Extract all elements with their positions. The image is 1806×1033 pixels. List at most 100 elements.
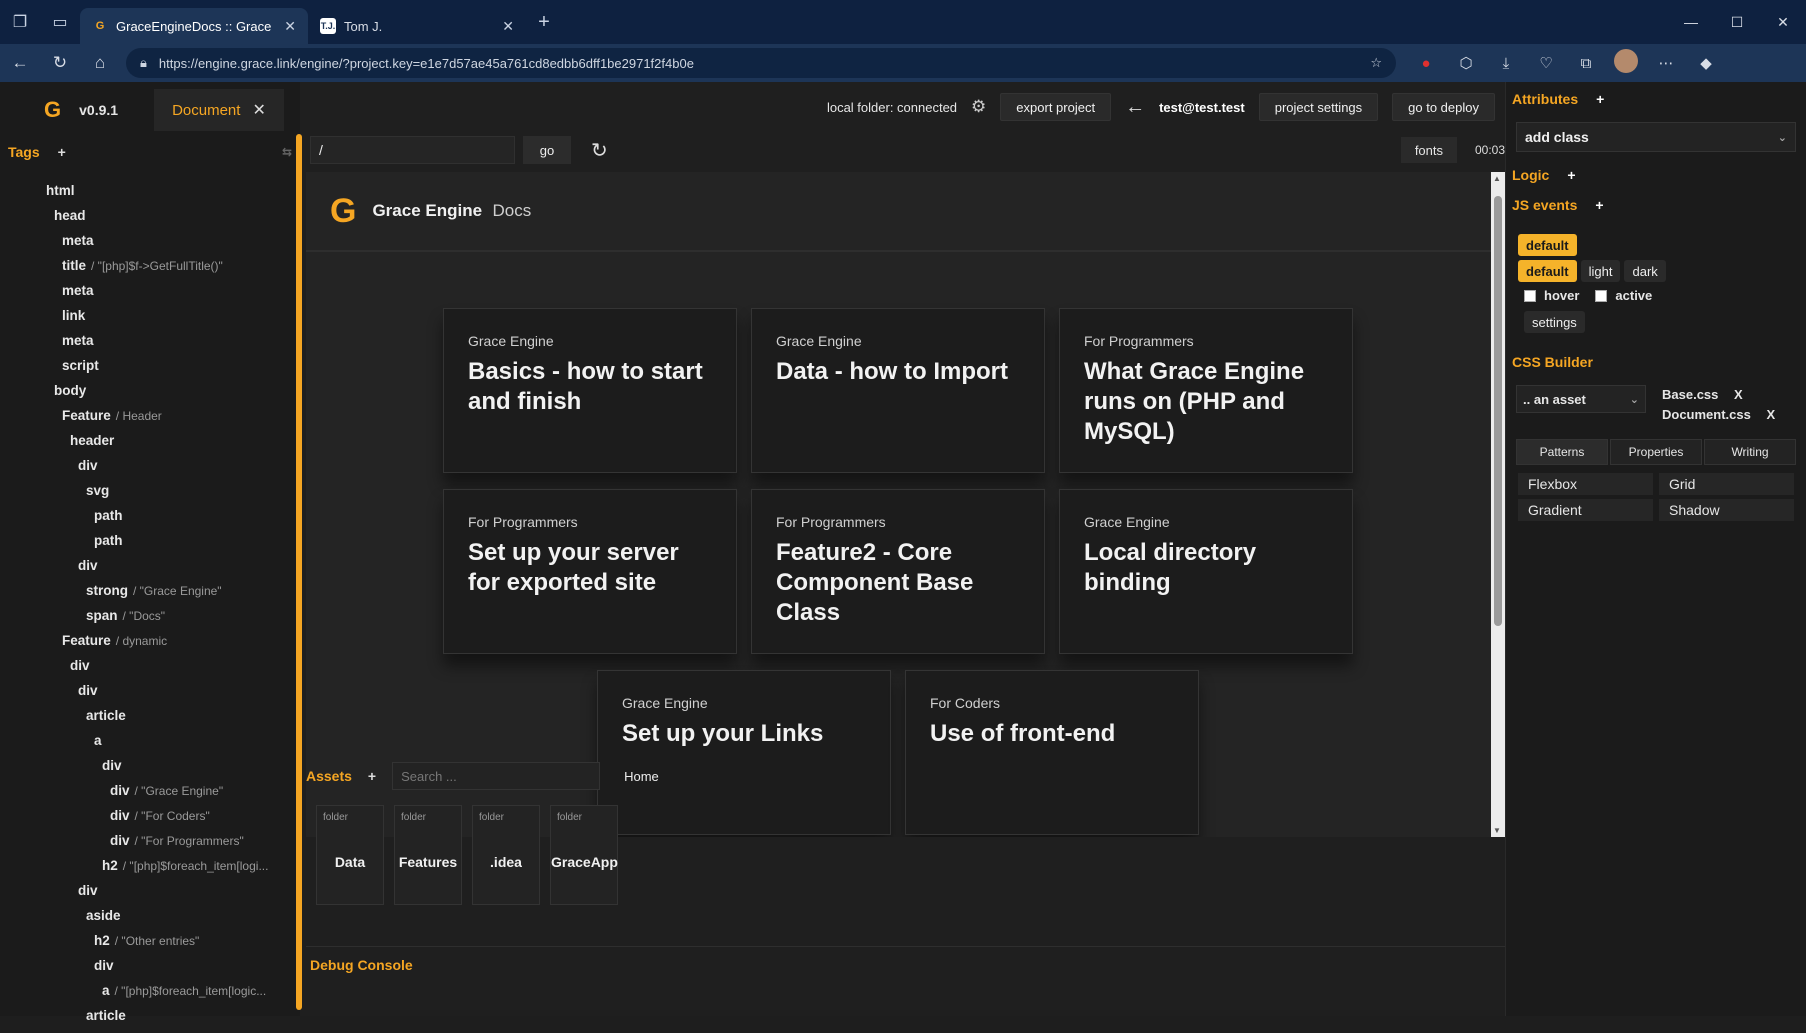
pattern-flexbox[interactable]: Flexbox: [1518, 473, 1653, 495]
tree-node[interactable]: path: [0, 503, 300, 528]
tree-node[interactable]: header: [0, 428, 300, 453]
folder-item[interactable]: folder Data: [316, 805, 384, 905]
tree-node[interactable]: strong / "Grace Engine": [0, 578, 300, 603]
theme-default-top[interactable]: default: [1518, 234, 1577, 256]
close-document-icon[interactable]: ✕: [252, 100, 265, 120]
profile-avatar[interactable]: [1610, 49, 1642, 77]
doc-card[interactable]: Grace Engine Data - how to Import: [751, 308, 1045, 473]
folder-item[interactable]: folder .idea: [472, 805, 540, 905]
breadcrumb-home[interactable]: Home: [624, 769, 659, 784]
pattern-shadow[interactable]: Shadow: [1659, 499, 1794, 521]
tree-node[interactable]: div / "Grace Engine": [0, 778, 300, 803]
tree-node[interactable]: meta: [0, 328, 300, 353]
extension-puzzle-icon[interactable]: ⬡: [1450, 54, 1482, 72]
hover-checkbox[interactable]: [1524, 289, 1536, 302]
copilot-icon[interactable]: ◆: [1690, 54, 1722, 72]
theme-light[interactable]: light: [1580, 260, 1621, 282]
tree-node[interactable]: div: [0, 678, 300, 703]
scroll-thumb[interactable]: [1494, 196, 1502, 626]
tree-node[interactable]: svg: [0, 478, 300, 503]
add-class-select[interactable]: add class ⌄: [1516, 122, 1796, 152]
go-button[interactable]: go: [523, 136, 571, 164]
add-attribute-icon[interactable]: +: [1596, 91, 1604, 107]
favorite-star-icon[interactable]: ☆: [1370, 55, 1382, 71]
minimize-icon[interactable]: —: [1668, 14, 1714, 31]
tree-node[interactable]: h2 / "Other entries": [0, 928, 300, 953]
new-tab-icon[interactable]: +: [526, 11, 562, 34]
tree-node[interactable]: a: [0, 728, 300, 753]
add-js-event-icon[interactable]: +: [1595, 197, 1603, 213]
preview-scrollbar[interactable]: ▲ ▼: [1491, 172, 1505, 837]
state-settings-button[interactable]: settings: [1524, 311, 1585, 333]
tree-node[interactable]: a / "[php]$foreach_item[logic...: [0, 978, 300, 1003]
tree-node[interactable]: h2 / "[php]$foreach_item[logi...: [0, 853, 300, 878]
tree-node[interactable]: path: [0, 528, 300, 553]
tree-node[interactable]: body: [0, 378, 300, 403]
gear-icon[interactable]: ⚙: [971, 97, 986, 117]
tree-node[interactable]: div: [0, 953, 300, 978]
tree-node[interactable]: div / "For Coders": [0, 803, 300, 828]
back-icon[interactable]: ←: [0, 53, 40, 73]
doc-card[interactable]: For Programmers Set up your server for e…: [443, 489, 737, 654]
pattern-gradient[interactable]: Gradient: [1518, 499, 1653, 521]
tab-patterns[interactable]: Patterns: [1516, 439, 1608, 465]
folder-item[interactable]: folder Features: [394, 805, 462, 905]
tree-node[interactable]: aside: [0, 903, 300, 928]
go-to-deploy-button[interactable]: go to deploy: [1392, 93, 1495, 121]
path-input[interactable]: /: [310, 136, 515, 164]
doc-card[interactable]: For Programmers Feature2 - Core Componen…: [751, 489, 1045, 654]
tree-node[interactable]: div: [0, 878, 300, 903]
scroll-up-icon[interactable]: ▲: [1493, 174, 1501, 183]
home-icon[interactable]: ⌂: [80, 53, 120, 73]
tree-node[interactable]: div: [0, 653, 300, 678]
tree-node[interactable]: title / "[php]$f->GetFullTitle()": [0, 253, 300, 278]
tree-node[interactable]: script: [0, 353, 300, 378]
theme-default[interactable]: default: [1518, 260, 1577, 282]
debug-console-label[interactable]: Debug Console: [310, 957, 413, 973]
close-tab-icon[interactable]: ✕: [284, 18, 296, 35]
tree-node[interactable]: article: [0, 703, 300, 728]
tree-node[interactable]: meta: [0, 228, 300, 253]
browser-tab-tom[interactable]: T.J. Tom J. ✕: [308, 8, 526, 44]
assets-search-input[interactable]: Search ...: [392, 762, 601, 790]
tree-node[interactable]: Feature / Header: [0, 403, 300, 428]
collapse-panel-icon[interactable]: ⇆: [282, 145, 292, 159]
browser-essentials-icon[interactable]: ♡: [1530, 54, 1562, 72]
left-panel-scrollbar[interactable]: [296, 134, 302, 1010]
tree-node[interactable]: head: [0, 203, 300, 228]
add-asset-icon[interactable]: +: [368, 768, 376, 784]
downloads-icon[interactable]: ⤓: [1490, 55, 1522, 72]
tree-node[interactable]: span / "Docs": [0, 603, 300, 628]
doc-card[interactable]: Grace Engine Basics - how to start and f…: [443, 308, 737, 473]
export-project-button[interactable]: export project: [1000, 93, 1112, 121]
maximize-icon[interactable]: ☐: [1714, 14, 1760, 31]
tree-node[interactable]: Feature / dynamic: [0, 628, 300, 653]
document-tab[interactable]: Document ✕: [154, 89, 284, 131]
folder-item[interactable]: folder GraceApp: [550, 805, 618, 905]
add-logic-icon[interactable]: +: [1567, 167, 1575, 183]
tree-node[interactable]: div / "For Programmers": [0, 828, 300, 853]
tab-writing[interactable]: Writing: [1704, 439, 1796, 465]
add-tag-icon[interactable]: +: [58, 144, 66, 160]
more-menu-icon[interactable]: ⋯: [1650, 54, 1682, 72]
url-field[interactable]: 🔒︎ https://engine.grace.link/engine/?pro…: [126, 48, 1396, 78]
tree-node[interactable]: div: [0, 553, 300, 578]
asset-select[interactable]: .. an asset ⌄: [1516, 385, 1646, 413]
tree-node[interactable]: html: [0, 178, 300, 203]
browser-tab-grace[interactable]: G GraceEngineDocs :: Grace Engine ✕: [80, 8, 308, 44]
close-window-icon[interactable]: ✕: [1760, 14, 1806, 31]
workspaces-icon[interactable]: ❐: [0, 0, 40, 44]
tab-properties[interactable]: Properties: [1610, 439, 1702, 465]
tree-node[interactable]: div: [0, 753, 300, 778]
theme-dark[interactable]: dark: [1624, 260, 1666, 282]
tree-node[interactable]: link: [0, 303, 300, 328]
pattern-grid[interactable]: Grid: [1659, 473, 1794, 495]
remove-css-file-button[interactable]: X: [1734, 387, 1743, 402]
record-extension-icon[interactable]: ●: [1410, 55, 1442, 72]
project-settings-button[interactable]: project settings: [1258, 93, 1379, 121]
reload-icon[interactable]: ↻: [40, 53, 80, 73]
doc-card[interactable]: Grace Engine Local directory binding: [1059, 489, 1353, 654]
remove-css-file-button[interactable]: X: [1767, 407, 1776, 422]
fonts-button[interactable]: fonts: [1400, 137, 1457, 163]
tree-node[interactable]: meta: [0, 278, 300, 303]
